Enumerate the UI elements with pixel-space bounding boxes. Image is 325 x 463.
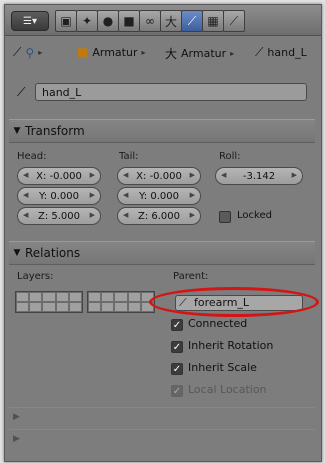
breadcrumb-object: ■ Armatur ▸ xyxy=(77,45,145,59)
increment-arrow-icon[interactable]: ▶ xyxy=(90,171,95,179)
object-cube-icon: ■ xyxy=(77,45,89,59)
head-x-field[interactable]: ◀ X: -0.000 ▶ xyxy=(17,167,101,185)
decrement-arrow-icon[interactable]: ◀ xyxy=(123,191,128,199)
breadcrumb-bone-label: hand_L xyxy=(267,46,307,59)
object-tab[interactable]: ■ xyxy=(118,10,140,32)
bone-icon: ⟋ xyxy=(187,13,197,28)
breadcrumb-object-label: Armatur xyxy=(92,45,138,59)
collapse-arrow-icon: ▼ xyxy=(13,248,21,258)
local-location-label: Local Location xyxy=(188,383,267,396)
scene-tab[interactable]: ✦ xyxy=(76,10,98,32)
collapsed-panel-2: ▶ xyxy=(9,429,315,450)
roll-field[interactable]: ◀ -3.142 ▶ xyxy=(215,167,303,185)
breadcrumb-armature-label: Armatur xyxy=(181,47,227,60)
decrement-arrow-icon[interactable]: ◀ xyxy=(221,171,226,179)
head-y-field[interactable]: ◀ Y: 0.000 ▶ xyxy=(17,187,101,205)
bone-layers-grid-left[interactable] xyxy=(15,291,83,313)
connected-label: Connected xyxy=(188,317,248,330)
armature-icon: 大 xyxy=(165,47,178,61)
armature-tab[interactable]: 大 xyxy=(160,10,182,32)
relations-panel-header[interactable]: ▼ Relations xyxy=(9,241,315,265)
roll-label: Roll: xyxy=(219,151,241,162)
texture-tab[interactable]: ⟋ xyxy=(223,10,245,32)
tail-label: Tail: xyxy=(119,151,139,162)
properties-editor: ☰▾ ▣ ✦ ● ■ ∞ 大 ⟋ ▦ ⟋ ⟋ ⚲ ▸ ■ Armatur ▸ 大… xyxy=(4,4,322,462)
increment-arrow-icon[interactable]: ▶ xyxy=(292,171,297,179)
parent-label: Parent: xyxy=(173,271,209,282)
increment-arrow-icon[interactable]: ▶ xyxy=(90,191,95,199)
bone-tab[interactable]: ⟋ xyxy=(181,10,203,32)
inherit-scale-label: Inherit Scale xyxy=(188,361,257,374)
connected-checkbox[interactable]: ✓ xyxy=(171,319,183,331)
texture-icon: ⟋ xyxy=(229,13,239,28)
scene-icon: ✦ xyxy=(81,14,93,28)
constraint-icon: ∞ xyxy=(145,14,155,28)
decrement-arrow-icon[interactable]: ◀ xyxy=(23,211,28,219)
chevron-icon: ▸ xyxy=(230,49,235,58)
world-tab[interactable]: ● xyxy=(97,10,119,32)
object-icon: ■ xyxy=(123,14,135,28)
properties-editor-icon: ☰▾ xyxy=(23,15,37,27)
breadcrumb-bone: ⟋ hand_L xyxy=(255,45,307,60)
world-icon: ● xyxy=(102,14,114,28)
transform-panel-header[interactable]: ▼ Transform xyxy=(9,119,315,143)
collapse-arrow-icon: ▼ xyxy=(13,126,21,136)
constraint-tab[interactable]: ∞ xyxy=(139,10,161,32)
tail-y-field[interactable]: ◀ Y: 0.000 ▶ xyxy=(117,187,201,205)
highlight-circle xyxy=(149,287,319,317)
editor-type-selector[interactable]: ☰▾ xyxy=(11,11,49,31)
expand-arrow-icon: ▶ xyxy=(13,412,20,422)
properties-header: ☰▾ ▣ ✦ ● ■ ∞ 大 ⟋ ▦ ⟋ xyxy=(5,5,321,36)
decrement-arrow-icon[interactable]: ◀ xyxy=(123,211,128,219)
increment-arrow-icon[interactable]: ▶ xyxy=(90,211,95,219)
increment-arrow-icon[interactable]: ▶ xyxy=(190,211,195,219)
render-tab[interactable]: ▣ xyxy=(55,10,77,32)
head-z-field[interactable]: ◀ Z: 5.000 ▶ xyxy=(17,207,101,225)
head-label: Head: xyxy=(17,151,47,162)
render-icon: ▣ xyxy=(60,14,72,28)
increment-arrow-icon[interactable]: ▶ xyxy=(190,191,195,199)
breadcrumb-armature: 大 Armatur ▸ xyxy=(165,45,234,62)
bone-name-field[interactable]: hand_L xyxy=(35,83,307,101)
chevron-icon: ▸ xyxy=(141,47,146,57)
bone-layers-grid-right[interactable] xyxy=(87,291,155,313)
collapsed-panel-1: ▶ xyxy=(9,407,315,428)
breadcrumb: ⟋ ⚲ ▸ ■ Armatur ▸ 大 Armatur ▸ ⟋ hand_L xyxy=(5,41,321,65)
pin-icon[interactable]: ⟋ xyxy=(13,45,21,60)
locked-checkbox[interactable] xyxy=(219,211,231,223)
relations-panel-title: Relations xyxy=(25,246,81,260)
inherit-rotation-checkbox[interactable]: ✓ xyxy=(171,341,183,353)
decrement-arrow-icon[interactable]: ◀ xyxy=(123,171,128,179)
transform-panel-title: Transform xyxy=(25,124,85,138)
bone-constraint-tab[interactable]: ▦ xyxy=(202,10,224,32)
armature-icon: 大 xyxy=(164,14,177,29)
layers-label: Layers: xyxy=(17,271,54,282)
bone-constraint-icon: ▦ xyxy=(207,14,219,28)
locked-label: Locked xyxy=(237,210,272,221)
expand-arrow-icon: ▶ xyxy=(13,434,20,444)
inherit-scale-checkbox[interactable]: ✓ xyxy=(171,363,183,375)
decrement-arrow-icon[interactable]: ◀ xyxy=(23,191,28,199)
local-location-checkbox[interactable]: ✓ xyxy=(171,385,183,397)
link-icon[interactable]: ⚲ xyxy=(25,46,34,60)
tail-z-field[interactable]: ◀ Z: 6.000 ▶ xyxy=(117,207,201,225)
decrement-arrow-icon[interactable]: ◀ xyxy=(23,171,28,179)
increment-arrow-icon[interactable]: ▶ xyxy=(190,171,195,179)
inherit-rotation-label: Inherit Rotation xyxy=(188,339,274,352)
tail-x-field[interactable]: ◀ X: -0.000 ▶ xyxy=(117,167,201,185)
bone-icon: ⟋ xyxy=(255,45,264,59)
bone-icon: ⟋ xyxy=(17,85,26,99)
chevron-icon: ▸ xyxy=(38,48,43,57)
